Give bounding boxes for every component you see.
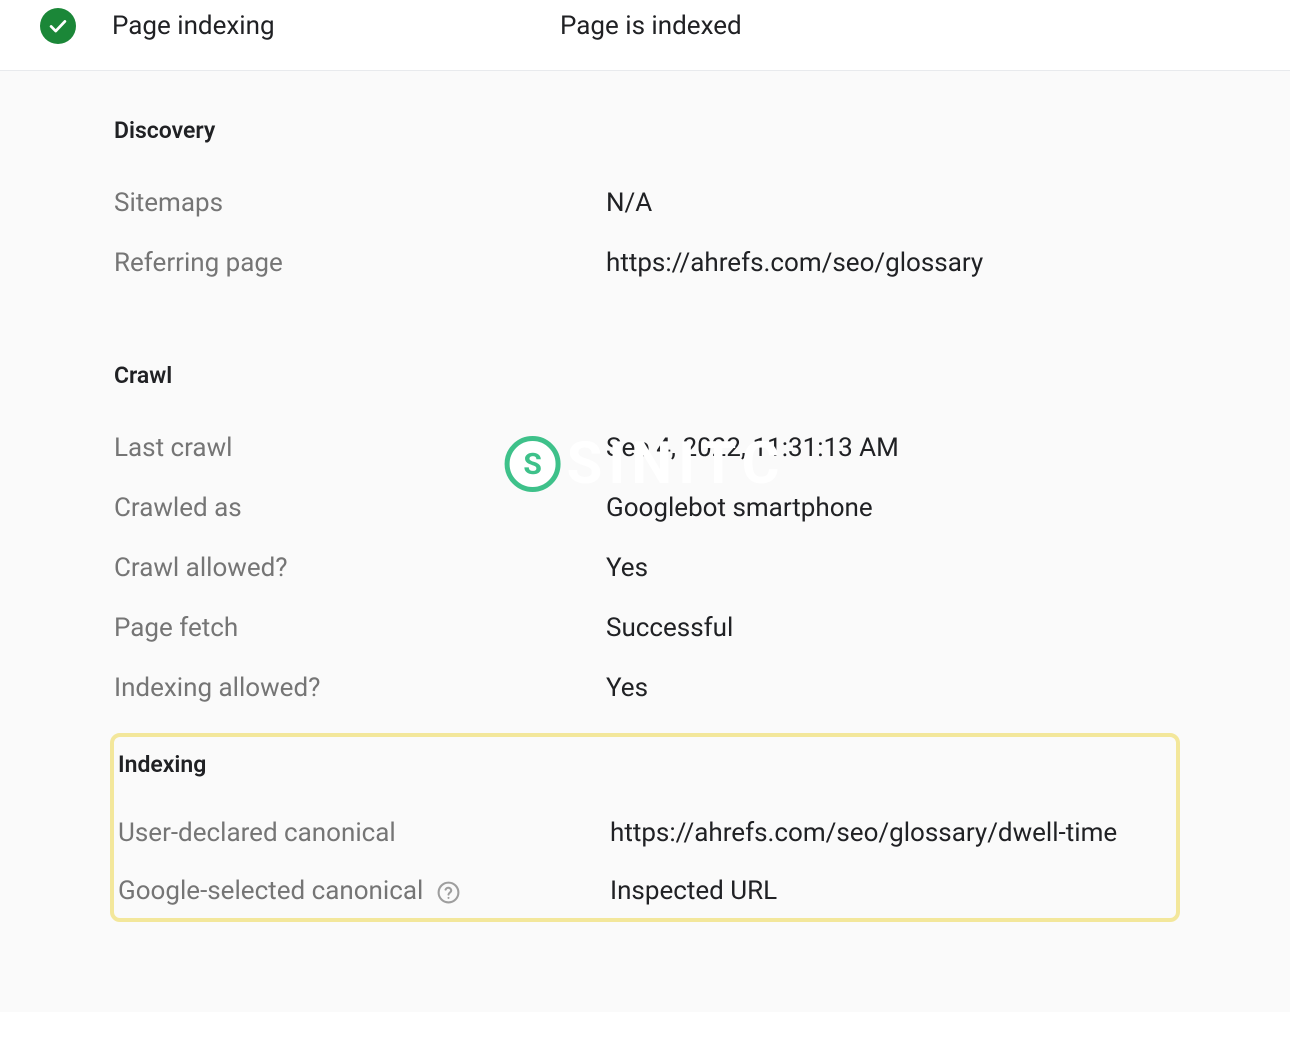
row-crawled-as: Crawled as Googlebot smartphone [114, 493, 1176, 523]
user-declared-canonical-value: https://ahrefs.com/seo/glossary/dwell-ti… [610, 818, 1117, 848]
sitemaps-value: N/A [606, 188, 652, 218]
referring-page-label: Referring page [114, 248, 606, 278]
crawled-as-value: Googlebot smartphone [606, 493, 873, 523]
row-sitemaps: Sitemaps N/A [114, 188, 1176, 218]
page-fetch-label: Page fetch [114, 613, 606, 643]
row-google-selected-canonical: Google-selected canonical Inspected URL [118, 876, 1176, 906]
header-status: Page is indexed [560, 11, 742, 41]
index-status-header: Page indexing Page is indexed [0, 0, 1290, 70]
google-selected-canonical-value: Inspected URL [610, 876, 777, 906]
last-crawl-value: Sep 4, 2022, 11:31:13 AM [606, 433, 899, 463]
crawled-as-label: Crawled as [114, 493, 606, 523]
google-selected-canonical-label: Google-selected canonical [118, 876, 610, 906]
user-declared-canonical-label: User-declared canonical [118, 818, 610, 848]
row-user-declared-canonical: User-declared canonical https://ahrefs.c… [118, 818, 1176, 848]
row-indexing-allowed: Indexing allowed? Yes [114, 673, 1176, 703]
row-last-crawl: Last crawl Sep 4, 2022, 11:31:13 AM [114, 433, 1176, 463]
page-fetch-value: Successful [606, 613, 733, 643]
row-crawl-allowed: Crawl allowed? Yes [114, 553, 1176, 583]
discovery-heading: Discovery [114, 117, 1176, 144]
details-panel: Discovery Sitemaps N/A Referring page ht… [0, 71, 1290, 1012]
crawl-heading: Crawl [114, 362, 1176, 389]
referring-page-value: https://ahrefs.com/seo/glossary [606, 248, 983, 278]
indexing-allowed-label: Indexing allowed? [114, 673, 606, 703]
last-crawl-label: Last crawl [114, 433, 606, 463]
sitemaps-label: Sitemaps [114, 188, 606, 218]
crawl-allowed-value: Yes [606, 553, 648, 583]
row-referring-page: Referring page https://ahrefs.com/seo/gl… [114, 248, 1176, 278]
crawl-allowed-label: Crawl allowed? [114, 553, 606, 583]
indexing-heading: Indexing [118, 751, 1176, 778]
help-icon[interactable] [436, 880, 461, 905]
indexing-allowed-value: Yes [606, 673, 648, 703]
check-circle-icon [40, 8, 76, 44]
google-selected-canonical-label-text: Google-selected canonical [118, 876, 423, 906]
row-page-fetch: Page fetch Successful [114, 613, 1176, 643]
indexing-highlight: Indexing User-declared canonical https:/… [110, 733, 1180, 922]
header-title: Page indexing [112, 11, 560, 41]
